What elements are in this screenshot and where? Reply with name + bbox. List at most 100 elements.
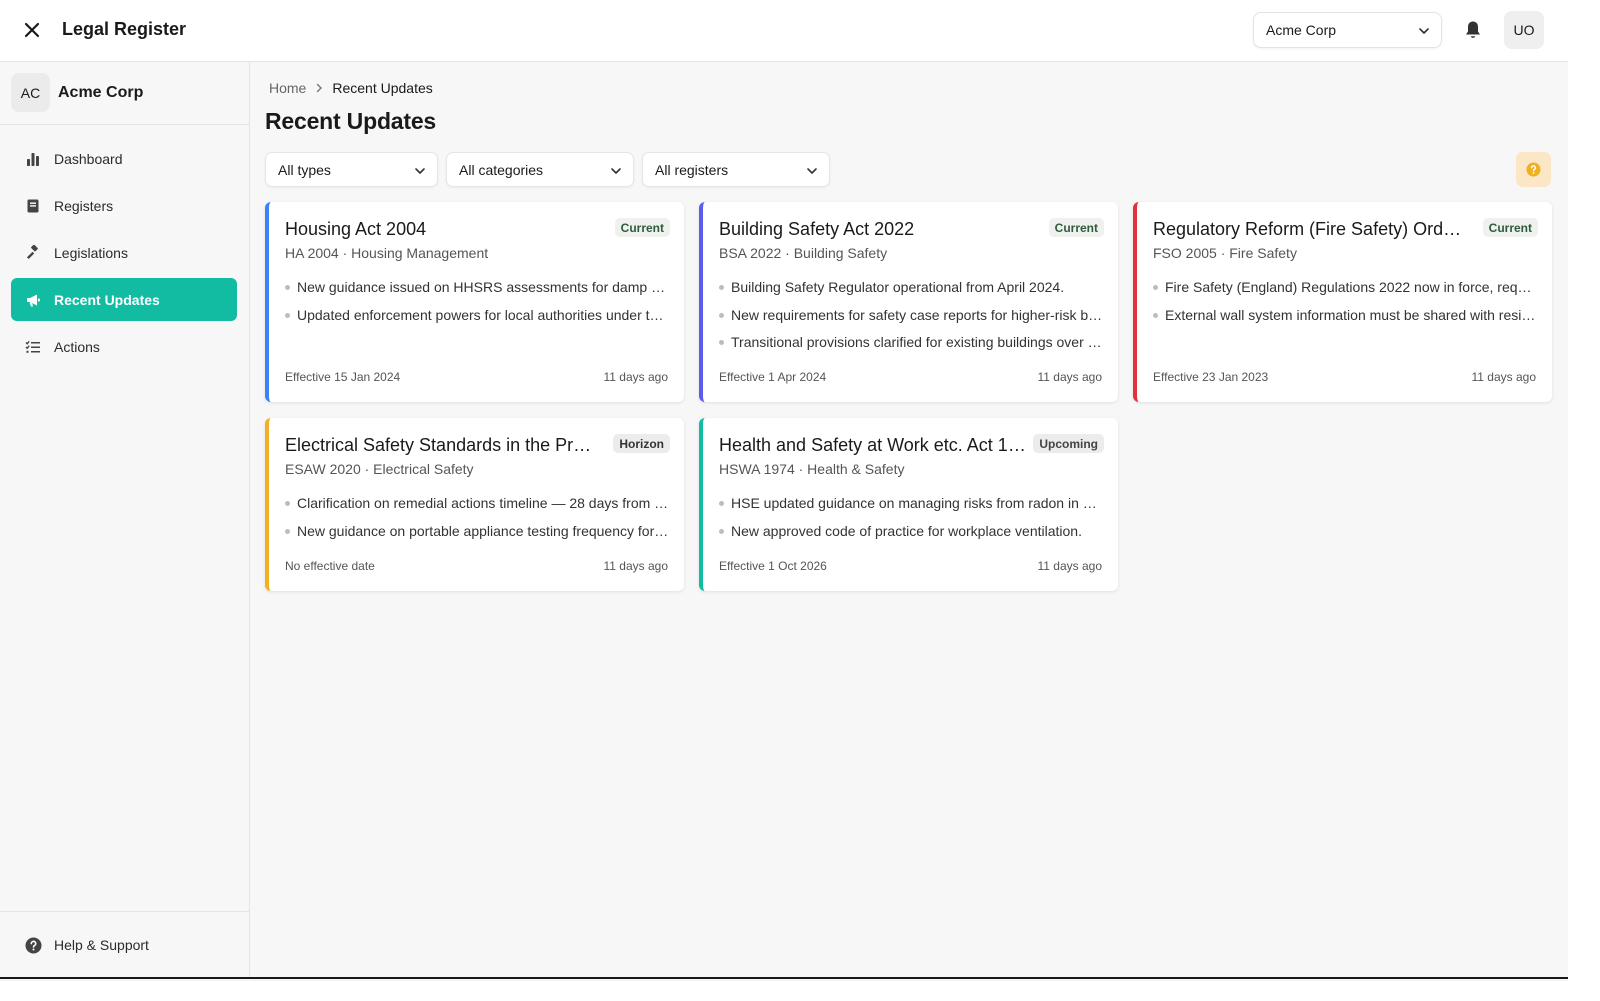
card-updated-ago: 11 days ago: [1471, 370, 1537, 384]
notifications-button[interactable]: [1459, 16, 1487, 44]
status-badge: Current: [614, 218, 670, 237]
sidebar-item-label: Dashboard: [54, 150, 123, 167]
card-meta: HA 2004 · Housing Management: [285, 245, 489, 261]
update-card[interactable]: Housing Act 2004 Current HA 2004 · Housi…: [265, 202, 684, 402]
list-item: New guidance issued on HHSRS assessments…: [285, 277, 669, 305]
sidebar-item-registers[interactable]: Registers: [11, 184, 237, 227]
list-item: New requirements for safety case reports…: [719, 305, 1103, 333]
card-effective-date: Effective 1 Apr 2024: [719, 370, 827, 384]
bell-icon: [1466, 21, 1480, 38]
type-filter-value: All types: [278, 161, 331, 178]
card-effective-date: Effective 1 Oct 2026: [719, 559, 827, 573]
category-filter-select[interactable]: All categories: [446, 152, 634, 187]
filter-bar: All types All categories All registers: [265, 152, 830, 187]
page-title: Recent Updates: [265, 108, 437, 134]
list-item: New approved code of practice for workpl…: [719, 521, 1103, 549]
window-margin-bottom: [0, 981, 1600, 1001]
help-support-link[interactable]: Help & Support: [24, 936, 149, 954]
status-badge: Horizon: [613, 434, 670, 453]
update-card[interactable]: Electrical Safety Standards in the Priva…: [265, 418, 684, 591]
close-icon: [24, 22, 40, 38]
card-bullets: New guidance issued on HHSRS assessments…: [285, 277, 669, 332]
list-item: New guidance on portable appliance testi…: [285, 521, 669, 549]
list-item: Updated enforcement powers for local aut…: [285, 305, 669, 333]
breadcrumb: Home Recent Updates: [269, 80, 433, 96]
card-updated-ago: 11 days ago: [1037, 370, 1103, 384]
organization-badge: AC: [11, 73, 50, 112]
list-item: Clarification on remedial actions timeli…: [285, 493, 669, 521]
question-circle-icon: [1526, 162, 1541, 177]
book-icon: [24, 197, 42, 215]
update-card[interactable]: Health and Safety at Work etc. Act 1974 …: [699, 418, 1118, 591]
card-meta: HSWA 1974 · Health & Safety: [719, 461, 905, 477]
card-updated-ago: 11 days ago: [603, 370, 669, 384]
card-title: Building Safety Act 2022: [719, 219, 915, 239]
sidebar-item-label: Actions: [54, 338, 100, 355]
chevron-down-icon: [1419, 28, 1429, 34]
register-filter-value: All registers: [655, 161, 729, 178]
card-bullets: Clarification on remedial actions timeli…: [285, 493, 669, 548]
status-badge: Current: [1482, 218, 1538, 237]
card-bullets: Fire Safety (England) Regulations 2022 n…: [1153, 277, 1537, 332]
card-effective-date: Effective 23 Jan 2023: [1153, 370, 1269, 384]
top-bar: Legal Register Acme Corp UO: [0, 0, 1568, 62]
card-updated-ago: 11 days ago: [603, 559, 669, 573]
bar-chart-icon: [24, 150, 42, 168]
sidebar-item-recent-updates[interactable]: Recent Updates: [11, 278, 237, 321]
status-badge: Current: [1048, 218, 1104, 237]
card-effective-date: No effective date: [285, 559, 375, 573]
app-window: Legal Register Acme Corp UO AC Acme Corp…: [0, 0, 1568, 979]
sidebar: AC Acme Corp Dashboard Registers Legisla…: [0, 62, 250, 977]
question-circle-icon: [24, 936, 42, 954]
chevron-right-icon: [314, 83, 324, 93]
sidebar-item-label: Registers: [54, 197, 114, 214]
sidebar-item-legislations[interactable]: Legislations: [11, 231, 237, 274]
list-item: HSE updated guidance on managing risks f…: [719, 493, 1103, 521]
update-card[interactable]: Building Safety Act 2022 Current BSA 202…: [699, 202, 1118, 402]
sidebar-item-label: Legislations: [54, 244, 128, 261]
list-item: Fire Safety (England) Regulations 2022 n…: [1153, 277, 1537, 305]
organization-initials: AC: [20, 84, 41, 101]
checklist-icon: [24, 338, 42, 356]
card-title: Health and Safety at Work etc. Act 1974: [719, 435, 1029, 455]
close-button[interactable]: [18, 16, 46, 44]
sidebar-item-actions[interactable]: Actions: [11, 325, 237, 368]
sidebar-item-label: Recent Updates: [54, 291, 160, 308]
app-title: Legal Register: [62, 19, 187, 39]
sidebar-organization: AC Acme Corp: [0, 62, 249, 125]
breadcrumb-current: Recent Updates: [332, 80, 433, 96]
list-item: Building Safety Regulator operational fr…: [719, 277, 1103, 305]
breadcrumb-home[interactable]: Home: [269, 80, 306, 96]
card-bullets: Building Safety Regulator operational fr…: [719, 277, 1103, 360]
card-title: Electrical Safety Standards in the Priva…: [285, 435, 595, 455]
card-updated-ago: 11 days ago: [1037, 559, 1103, 573]
organization-select-value: Acme Corp: [1266, 22, 1337, 38]
register-filter-select[interactable]: All registers: [642, 152, 830, 187]
user-initials: UO: [1513, 22, 1535, 38]
card-title: Regulatory Reform (Fire Safety) Order 20…: [1153, 219, 1463, 239]
sidebar-footer: Help & Support: [0, 911, 249, 977]
chevron-down-icon: [611, 168, 621, 174]
help-button[interactable]: [1516, 152, 1551, 187]
card-effective-date: Effective 15 Jan 2024: [285, 370, 401, 384]
card-meta: ESAW 2020 · Electrical Safety: [285, 461, 474, 477]
chevron-down-icon: [807, 168, 817, 174]
main-content: Home Recent Updates Recent Updates All t…: [250, 62, 1568, 977]
help-support-label: Help & Support: [54, 937, 149, 953]
user-avatar[interactable]: UO: [1504, 11, 1544, 49]
organization-name: Acme Corp: [58, 84, 144, 101]
card-bullets: HSE updated guidance on managing risks f…: [719, 493, 1103, 548]
sidebar-nav: Dashboard Registers Legislations Recent …: [11, 137, 237, 372]
megaphone-icon: [24, 291, 42, 309]
card-meta: BSA 2022 · Building Safety: [719, 245, 888, 261]
list-item: External wall system information must be…: [1153, 305, 1537, 333]
card-title: Housing Act 2004: [285, 219, 427, 239]
gavel-icon: [24, 244, 42, 262]
sidebar-item-dashboard[interactable]: Dashboard: [11, 137, 237, 180]
window-margin-right: [1568, 0, 1600, 1001]
organization-select[interactable]: Acme Corp: [1253, 12, 1442, 48]
update-card[interactable]: Regulatory Reform (Fire Safety) Order 20…: [1133, 202, 1552, 402]
type-filter-select[interactable]: All types: [265, 152, 438, 187]
category-filter-value: All categories: [459, 161, 544, 178]
card-meta: FSO 2005 · Fire Safety: [1153, 245, 1297, 261]
